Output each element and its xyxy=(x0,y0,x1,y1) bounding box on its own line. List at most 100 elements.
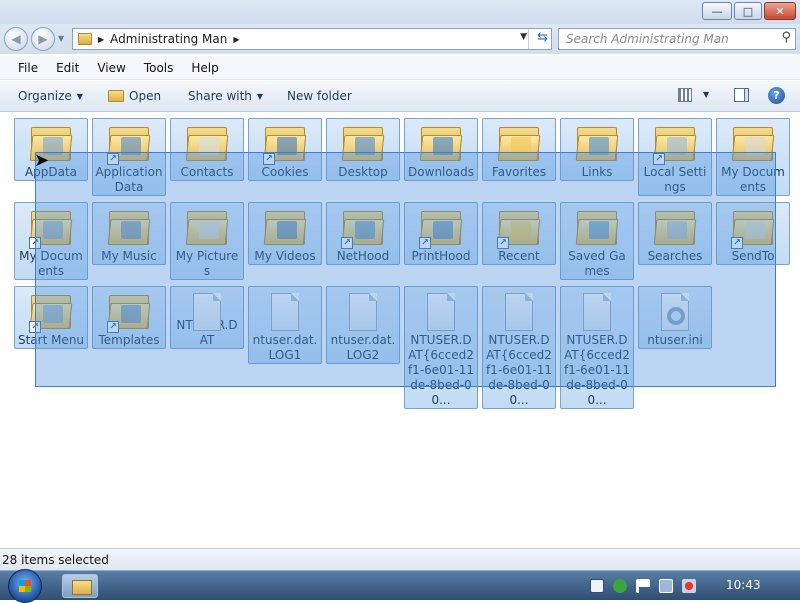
file-item[interactable]: NTUSER.DAT xyxy=(170,286,244,349)
refresh-icon[interactable]: ⇆ xyxy=(537,30,548,45)
search-box[interactable]: ⚲ xyxy=(558,28,796,50)
item-label: Searches xyxy=(647,249,703,263)
shortcut-arrow-icon: ↗ xyxy=(29,237,41,249)
menu-bar: File Edit View Tools Help xyxy=(0,56,800,80)
menu-tools[interactable]: Tools xyxy=(138,61,180,75)
folder-icon xyxy=(78,33,92,45)
folder-item[interactable]: AppData xyxy=(14,118,88,181)
search-input[interactable] xyxy=(559,29,769,49)
folder-item[interactable]: Desktop xyxy=(326,118,400,181)
start-button[interactable] xyxy=(8,569,42,603)
folder-item[interactable]: ↗ SendTo xyxy=(716,202,790,265)
close-button[interactable]: ✕ xyxy=(764,2,796,20)
item-label: Downloads xyxy=(408,165,474,179)
folder-item[interactable]: ↗ PrintHood xyxy=(404,202,478,265)
folder-icon: ↗ xyxy=(495,205,543,249)
open-button[interactable]: Open xyxy=(108,89,161,103)
folder-icon xyxy=(417,121,465,165)
menu-file[interactable]: File xyxy=(12,61,44,75)
item-label: ntuser.ini xyxy=(647,333,703,347)
minimize-button[interactable]: — xyxy=(702,2,732,20)
file-icon xyxy=(339,289,387,333)
chevron-right-icon[interactable]: ▶ xyxy=(233,35,239,44)
item-label: ntuser.dat.LOG2 xyxy=(330,333,396,362)
file-item[interactable]: ntuser.dat.LOG2 xyxy=(326,286,400,364)
file-list[interactable]: AppData ↗ Application Data Contacts ↗ Cookies… xyxy=(0,112,800,548)
back-button[interactable]: ◀ xyxy=(4,27,28,51)
menu-view[interactable]: View xyxy=(91,61,131,75)
organize-button[interactable]: Organize ▼ xyxy=(18,89,83,103)
file-icon xyxy=(495,289,543,333)
folder-icon: ↗ xyxy=(729,205,777,249)
clock[interactable]: 10:43 xyxy=(726,578,761,592)
folder-icon xyxy=(105,205,153,249)
folder-icon xyxy=(495,121,543,165)
selection-status: 28 items selected xyxy=(2,552,109,567)
item-label: My Music xyxy=(101,249,157,263)
folder-item[interactable]: ↗ Start Menu xyxy=(14,286,88,349)
volume-muted-icon[interactable] xyxy=(682,579,696,593)
title-bar[interactable]: — □ ✕ xyxy=(0,0,800,24)
recent-pages-dropdown[interactable]: ▼ xyxy=(58,34,64,43)
folder-item[interactable]: ↗ Local Settings xyxy=(638,118,712,196)
file-item[interactable]: ntuser.ini xyxy=(638,286,712,349)
action-center-flag-icon[interactable] xyxy=(636,579,650,593)
preview-pane-icon[interactable] xyxy=(734,88,749,102)
breadcrumb-current[interactable]: Administrating Man xyxy=(110,32,227,46)
shortcut-arrow-icon: ↗ xyxy=(107,321,119,333)
folder-icon: ↗ xyxy=(651,121,699,165)
folder-item[interactable]: Links xyxy=(560,118,634,181)
taskbar-explorer-button[interactable] xyxy=(62,574,98,598)
share-label: Share with xyxy=(188,89,252,103)
menu-edit[interactable]: Edit xyxy=(50,61,85,75)
item-label: Recent xyxy=(498,249,540,263)
file-item[interactable]: NTUSER.DAT{6cced2f1-6e01-11de-8bed-00... xyxy=(560,286,634,409)
folder-item[interactable]: Contacts xyxy=(170,118,244,181)
file-item[interactable]: NTUSER.DAT{6cced2f1-6e01-11de-8bed-00... xyxy=(482,286,556,409)
folder-item[interactable]: ↗ Cookies xyxy=(248,118,322,181)
share-with-button[interactable]: Share with ▼ xyxy=(188,89,263,103)
arrow-left-icon: ◀ xyxy=(11,32,21,46)
folder-item[interactable]: My Videos xyxy=(248,202,322,265)
change-view-icon[interactable] xyxy=(678,88,692,102)
file-item[interactable]: NTUSER.DAT{6cced2f1-6e01-11de-8bed-00... xyxy=(404,286,478,409)
file-item[interactable]: ntuser.dat.LOG1 xyxy=(248,286,322,364)
address-bar[interactable]: ▶ Administrating Man ▶ ▼ ⇆ xyxy=(72,28,552,50)
network-icon[interactable] xyxy=(659,579,673,593)
folder-icon xyxy=(573,205,621,249)
file-icon xyxy=(417,289,465,333)
folder-item[interactable]: My Pictures xyxy=(170,202,244,280)
notes-icon[interactable] xyxy=(590,579,604,593)
maximize-button[interactable]: □ xyxy=(734,2,762,20)
item-label: Saved Games xyxy=(568,249,626,278)
folder-item[interactable]: ↗ NetHood xyxy=(326,202,400,265)
folder-item[interactable]: Favorites xyxy=(482,118,556,181)
folder-icon xyxy=(261,205,309,249)
folder-item[interactable]: Downloads xyxy=(404,118,478,181)
folder-item[interactable]: ↗ Recent xyxy=(482,202,556,265)
search-icon[interactable]: ⚲ xyxy=(781,30,791,45)
folder-item[interactable]: ↗ My Documents xyxy=(14,202,88,280)
views-dropdown[interactable]: ▼ xyxy=(703,90,709,99)
forward-button[interactable]: ▶ xyxy=(31,27,55,51)
folder-item[interactable]: Searches xyxy=(638,202,712,265)
file-icon xyxy=(261,289,309,333)
chevron-right-icon[interactable]: ▶ xyxy=(98,35,104,44)
folder-icon xyxy=(651,205,699,249)
item-label: SendTo xyxy=(731,249,775,263)
item-label: Favorites xyxy=(491,165,547,179)
folder-item[interactable]: ↗ Application Data xyxy=(92,118,166,196)
folder-item[interactable]: My Music xyxy=(92,202,166,265)
help-icon[interactable]: ? xyxy=(768,87,785,104)
address-dropdown[interactable]: ▼ xyxy=(520,32,527,42)
item-label: My Videos xyxy=(254,249,316,263)
security-shield-icon[interactable] xyxy=(613,579,627,593)
folder-item[interactable]: My Documents xyxy=(716,118,790,196)
folder-item[interactable]: ↗ Templates xyxy=(92,286,166,349)
folder-item[interactable]: Saved Games xyxy=(560,202,634,280)
menu-help[interactable]: Help xyxy=(185,61,224,75)
new-folder-button[interactable]: New folder xyxy=(287,89,352,103)
item-label: My Pictures xyxy=(175,249,239,278)
chevron-down-icon: ▼ xyxy=(76,91,83,101)
item-label: Start Menu xyxy=(17,333,85,347)
